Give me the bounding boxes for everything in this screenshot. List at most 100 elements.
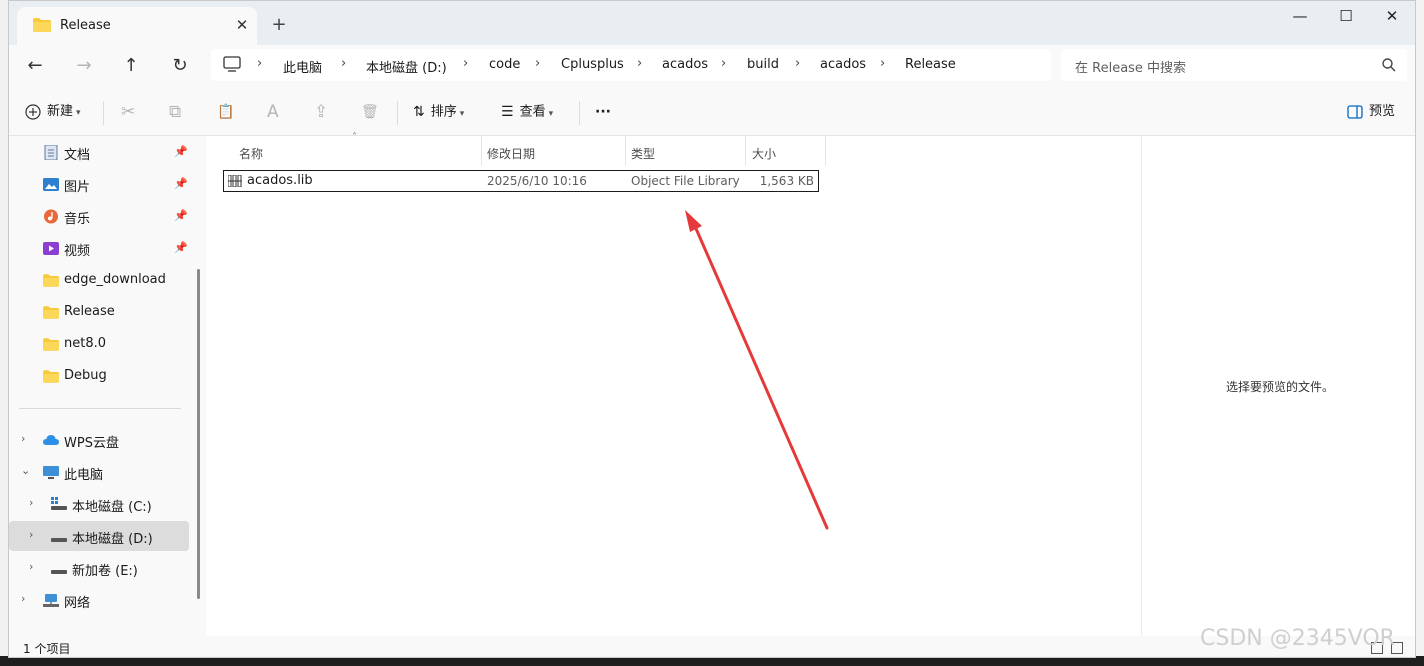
column-divider[interactable] (825, 136, 826, 166)
column-header-modified[interactable]: 修改日期 (487, 142, 535, 166)
breadcrumb-acados[interactable]: acados (662, 57, 708, 72)
file-modified: 2025/6/10 10:16 (487, 174, 587, 188)
preview-pane-button[interactable]: 预览 (1347, 101, 1395, 123)
sidebar-scrollbar[interactable] (197, 269, 200, 599)
minimize-button[interactable]: — (1277, 1, 1323, 33)
watermark-text: CSDN @2345VOR (1200, 626, 1395, 651)
breadcrumb-code[interactable]: code (489, 57, 520, 72)
copy-icon[interactable]: ⧉ (169, 101, 181, 123)
column-header-size[interactable]: 大小 (752, 142, 776, 166)
pin-icon: 📌 (174, 177, 188, 190)
sidebar-item-label: 本地磁盘 (C:) (72, 500, 152, 515)
drive-icon (51, 538, 67, 542)
sidebar-item-label: 文档 (64, 148, 91, 163)
view-label: 查看 (519, 104, 546, 120)
command-bar: 新建 ▾ ✂ ⧉ 📋 A ⇪ 🗑 ⇅ 排序 ▾ ☰ 查看 ▾ ··· 预览 (9, 89, 1415, 136)
search-box[interactable]: 在 Release 中搜索 (1061, 49, 1407, 81)
cut-icon[interactable]: ✂ (121, 101, 135, 123)
sidebar-item-debug[interactable]: Debug (9, 361, 189, 391)
column-divider[interactable] (745, 136, 746, 166)
sidebar-item-label: 图片 (64, 180, 91, 195)
breadcrumb-this-pc[interactable]: 此电脑 (283, 57, 322, 76)
share-icon[interactable]: ⇪ (314, 101, 328, 123)
address-bar[interactable]: › 此电脑 › 本地磁盘 (D:) › code › Cplusplus › a… (211, 49, 1051, 81)
breadcrumb-separator: › (795, 56, 801, 71)
column-divider[interactable] (625, 136, 626, 166)
sidebar-item-label: 视频 (64, 244, 91, 259)
sidebar-item-music[interactable]: 音乐 📌 (9, 201, 189, 231)
breadcrumb-drive-d[interactable]: 本地磁盘 (D:) (366, 57, 447, 76)
tab-title: Release (60, 18, 111, 33)
command-divider (103, 101, 104, 125)
sidebar-item-drive-e[interactable]: › 新加卷 (E:) (9, 553, 189, 583)
breadcrumb-cplusplus[interactable]: Cplusplus (561, 57, 624, 72)
back-button[interactable]: ← (21, 53, 49, 79)
delete-icon[interactable]: 🗑 (361, 101, 379, 123)
close-tab-button[interactable]: ✕ (231, 14, 253, 36)
sidebar-item-network[interactable]: › 网络 (9, 585, 189, 615)
close-window-button[interactable]: ✕ (1369, 1, 1415, 33)
sort-icon: ⇅ (413, 104, 425, 120)
preview-pane-icon (1347, 104, 1363, 119)
sidebar-item-release[interactable]: Release (9, 297, 189, 327)
pictures-icon (43, 178, 59, 191)
folder-icon (43, 338, 59, 351)
sidebar-item-drive-d[interactable]: › 本地磁盘 (D:) (9, 521, 189, 551)
computer-icon (223, 56, 241, 72)
more-options-button[interactable]: ··· (595, 101, 611, 123)
sidebar-item-videos[interactable]: 视频 📌 (9, 233, 189, 263)
preview-label: 预览 (1369, 104, 1396, 119)
new-tab-button[interactable]: + (267, 13, 291, 37)
sidebar-item-label: 本地磁盘 (D:) (72, 532, 153, 547)
chevron-right-icon[interactable]: › (29, 560, 33, 573)
chevron-right-icon[interactable]: › (29, 496, 33, 509)
sidebar-item-label: WPS云盘 (64, 436, 119, 451)
drive-icon (51, 570, 67, 574)
column-header-name[interactable]: 名称 (239, 142, 263, 166)
cloud-icon (43, 435, 59, 445)
file-row[interactable]: acados.lib 2025/6/10 10:16 Object File L… (223, 170, 819, 192)
chevron-down-icon[interactable]: ⌄ (21, 464, 30, 477)
file-type: Object File Library (631, 174, 740, 188)
sidebar-divider (19, 408, 181, 409)
maximize-button[interactable]: ☐ (1323, 1, 1369, 33)
rename-icon[interactable]: A (267, 101, 279, 123)
plus-circle-icon (25, 103, 41, 120)
breadcrumb-release[interactable]: Release (905, 57, 956, 72)
command-divider (579, 101, 580, 125)
sidebar-item-this-pc[interactable]: ⌄ 此电脑 (9, 457, 189, 487)
column-divider[interactable] (481, 136, 482, 166)
tab-release[interactable]: Release ✕ (17, 7, 257, 45)
file-list: ˄ 名称 修改日期 类型 大小 acados.lib 2025/6/10 10:… (206, 132, 1141, 636)
computer-icon (43, 466, 59, 479)
sidebar-item-label: 音乐 (64, 212, 91, 227)
background-desktop-right (1416, 0, 1424, 666)
sidebar-item-documents[interactable]: 文档 📌 (9, 137, 189, 167)
forward-button[interactable]: → (70, 53, 98, 79)
title-bar: Release ✕ + — ☐ ✕ (9, 1, 1415, 45)
item-count: 1 个项目 (23, 642, 71, 656)
sort-button[interactable]: ⇅ 排序 ▾ (413, 101, 464, 123)
sidebar-item-pictures[interactable]: 图片 📌 (9, 169, 189, 199)
breadcrumb-build[interactable]: build (747, 57, 779, 72)
paste-icon[interactable]: 📋 (217, 101, 234, 123)
sidebar-item-wps-cloud[interactable]: › WPS云盘 (9, 425, 189, 455)
chevron-right-icon[interactable]: › (21, 592, 25, 605)
folder-icon (43, 306, 59, 319)
chevron-right-icon[interactable]: › (21, 432, 25, 445)
command-divider (397, 101, 398, 125)
up-button[interactable]: ↑ (117, 53, 145, 79)
breadcrumb-acados-2[interactable]: acados (820, 57, 866, 72)
view-button[interactable]: ☰ 查看 ▾ (501, 101, 553, 123)
sidebar-item-drive-c[interactable]: › 本地磁盘 (C:) (9, 489, 189, 519)
search-icon (1382, 58, 1396, 72)
sidebar-item-label: net8.0 (64, 336, 107, 351)
column-header-type[interactable]: 类型 (631, 142, 655, 166)
chevron-right-icon[interactable]: › (29, 528, 33, 541)
sidebar-item-label: 新加卷 (E:) (72, 564, 138, 579)
new-button[interactable]: 新建 ▾ (25, 101, 81, 123)
refresh-button[interactable]: ↻ (166, 53, 194, 79)
sidebar-item-edge-download[interactable]: edge_download (9, 265, 189, 295)
file-explorer-window: Release ✕ + — ☐ ✕ ← → ↑ ↻ › 此电脑 › 本地磁盘 (… (8, 0, 1416, 658)
sidebar-item-net8[interactable]: net8.0 (9, 329, 189, 359)
